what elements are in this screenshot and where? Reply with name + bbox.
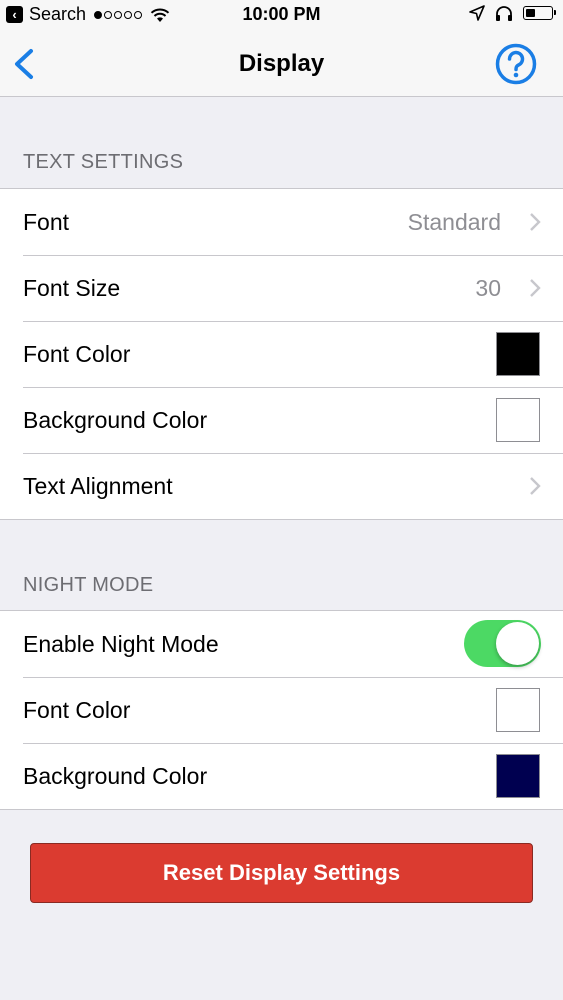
color-swatch[interactable] — [496, 688, 540, 732]
row-label: Enable Night Mode — [23, 631, 219, 657]
night-mode-toggle[interactable] — [464, 620, 541, 667]
font-row[interactable]: Font Standard — [0, 189, 563, 255]
row-label: Text Alignment — [23, 473, 173, 499]
headphones-icon — [496, 6, 512, 21]
row-label: Font Size — [23, 275, 121, 301]
chevron-right-icon — [530, 477, 541, 495]
night-font-color-row[interactable]: Font Color — [0, 677, 563, 743]
row-label: Font Color — [23, 341, 131, 367]
background-color-row[interactable]: Background Color — [0, 387, 563, 453]
color-swatch[interactable] — [496, 754, 540, 798]
row-label: Font Color — [23, 697, 131, 723]
text-settings-group: Font Standard Font Size 30 Font Color Ba… — [0, 188, 563, 520]
row-label: Font — [23, 209, 70, 235]
status-bar: ‹ Search 10:00 PM — [0, 0, 563, 30]
color-swatch[interactable] — [496, 332, 540, 376]
battery-icon — [523, 6, 556, 20]
battery-level — [526, 9, 535, 17]
enable-night-mode-row: Enable Night Mode — [0, 611, 563, 677]
reset-display-settings-button[interactable]: Reset Display Settings — [30, 843, 533, 903]
chevron-right-icon — [530, 213, 541, 231]
night-background-color-row[interactable]: Background Color — [0, 743, 563, 809]
page-title: Display — [238, 50, 325, 77]
chevron-left-icon[interactable] — [12, 48, 36, 80]
text-alignment-row[interactable]: Text Alignment — [0, 453, 563, 519]
toggle-knob — [496, 622, 539, 665]
row-label: Background Color — [23, 407, 208, 433]
row-value: 30 — [475, 275, 501, 301]
row-value: Standard — [407, 209, 501, 235]
row-label: Background Color — [23, 763, 208, 789]
section-header-text-settings: TEXT SETTINGS — [23, 151, 184, 173]
navigation-bar: Display — [0, 30, 563, 97]
section-header-night-mode: NIGHT MODE — [23, 574, 154, 596]
font-color-row[interactable]: Font Color — [0, 321, 563, 387]
question-circle-icon[interactable] — [495, 43, 537, 85]
status-right — [469, 5, 556, 21]
font-size-row[interactable]: Font Size 30 — [0, 255, 563, 321]
color-swatch[interactable] — [496, 398, 540, 442]
location-arrow-icon — [469, 5, 485, 21]
chevron-right-icon — [530, 279, 541, 297]
night-mode-group: Enable Night Mode Font Color Background … — [0, 610, 563, 810]
